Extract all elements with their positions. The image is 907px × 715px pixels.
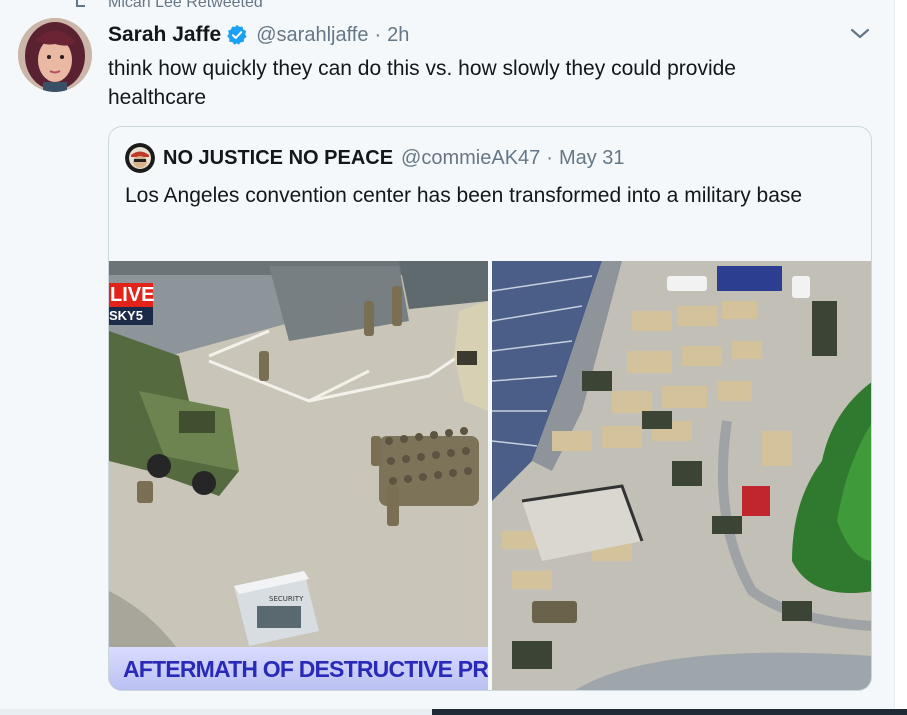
quote-author-name[interactable]: NO JUSTICE NO PEACE — [163, 147, 393, 170]
chevron-down-icon[interactable] — [849, 26, 871, 42]
taskbar-strip — [432, 709, 907, 715]
tweet-text: think how quickly they can do this vs. h… — [108, 57, 736, 109]
quote-text: Los Angeles convention center has been t… — [125, 184, 803, 207]
tweet-header: Sarah Jaffe @sarahljaffe · 2h — [108, 20, 409, 50]
author-name[interactable]: Sarah Jaffe — [108, 23, 221, 47]
chyron-text: AFTERMATH OF DESTRUCTIVE PRO — [123, 656, 488, 682]
author-avatar[interactable] — [18, 18, 92, 92]
quote-media[interactable]: SECURITY LIVE SKY5 AFTERMATH OF DESTRUCT… — [109, 261, 871, 690]
media-photo-right[interactable] — [492, 261, 871, 690]
quote-separator: · — [546, 146, 553, 169]
security-sign: SECURITY — [269, 595, 304, 603]
retweet-context: Micah Lee Retweeted — [74, 0, 263, 12]
timeline-border — [894, 0, 895, 710]
bottom-strip — [0, 709, 432, 715]
live-badge: LIVE — [109, 283, 155, 307]
quote-author-avatar[interactable] — [125, 143, 155, 173]
verified-badge-icon — [227, 24, 247, 45]
quote-author-handle[interactable]: @commieAK47 — [401, 147, 540, 170]
retweet-icon — [76, 0, 85, 7]
tweet-card[interactable]: Micah Lee Retweeted Sarah Jaffe @sarahlj… — [0, 0, 895, 710]
retweet-label[interactable]: Micah Lee Retweeted — [108, 0, 263, 12]
quote-timestamp[interactable]: May 31 — [559, 147, 625, 170]
media-photo-left[interactable]: SECURITY LIVE SKY5 AFTERMATH OF DESTRUCT… — [109, 261, 488, 690]
author-handle[interactable]: @sarahljaffe — [256, 24, 368, 47]
tweet-timestamp[interactable]: 2h — [387, 24, 409, 47]
station-badge: SKY5 — [109, 307, 153, 325]
quoted-tweet[interactable]: NO JUSTICE NO PEACE @commieAK47 · May 31… — [108, 126, 872, 691]
header-separator: · — [374, 23, 382, 46]
news-chyron: AFTERMATH OF DESTRUCTIVE PRO — [109, 647, 488, 690]
quote-header: NO JUSTICE NO PEACE @commieAK47 · May 31 — [125, 143, 625, 173]
